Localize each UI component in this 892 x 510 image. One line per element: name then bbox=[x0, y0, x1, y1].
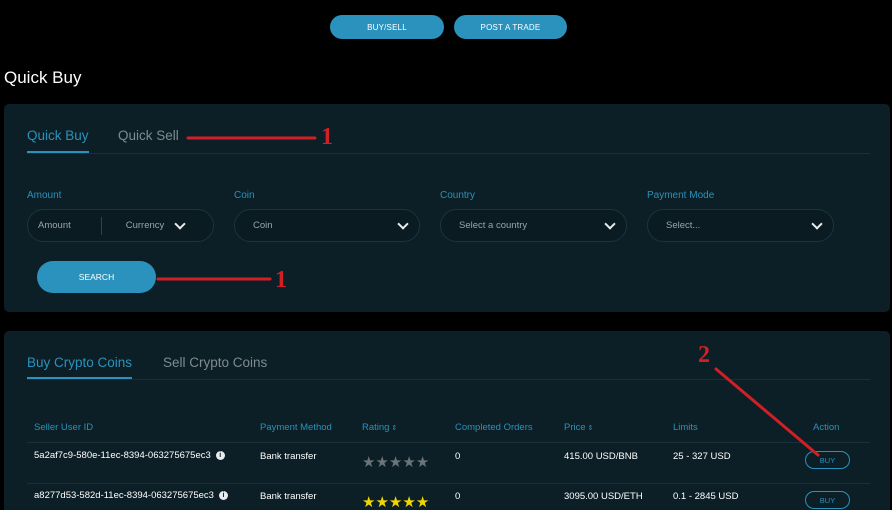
seller-user-id: a8277d53-582d-11ec-8394-063275675ec3 i bbox=[34, 490, 228, 501]
star-icon: ★ bbox=[362, 454, 376, 471]
payment-method: Bank transfer bbox=[260, 491, 317, 502]
annotation-number-1: 1 bbox=[275, 267, 287, 293]
tab-quick-sell[interactable]: Quick Sell bbox=[118, 128, 179, 151]
quick-trade-panel: Quick Buy Quick Sell Amount Amount Curre… bbox=[4, 104, 890, 312]
header-price-label: Price bbox=[564, 422, 586, 433]
country-label: Country bbox=[440, 190, 476, 201]
star-icon: ★ bbox=[402, 454, 416, 471]
header-rating-label: Rating bbox=[362, 422, 390, 433]
sort-icon: ⇕ bbox=[587, 425, 594, 432]
tab-sell-crypto-coins[interactable]: Sell Crypto Coins bbox=[163, 355, 267, 378]
sort-icon: ⇕ bbox=[391, 425, 398, 432]
star-icon: ★ bbox=[402, 494, 416, 510]
coin-select[interactable]: Coin bbox=[234, 209, 420, 242]
price: 3095.00 USD/ETH bbox=[564, 491, 643, 502]
tab-buy-crypto-coins[interactable]: Buy Crypto Coins bbox=[27, 355, 133, 379]
completed-orders: 0 bbox=[455, 451, 461, 462]
chevron-down-icon bbox=[811, 217, 823, 230]
row-divider bbox=[27, 442, 870, 443]
header-payment-method: Payment Method bbox=[260, 422, 332, 433]
star-icon: ★ bbox=[388, 454, 403, 471]
annotation-number-1: 1 bbox=[321, 124, 333, 150]
rating-stars: ★★★★★ bbox=[362, 453, 429, 471]
offers-tabs: Buy Crypto Coins Sell Crypto Coins bbox=[27, 355, 870, 380]
tab-quick-buy[interactable]: Quick Buy bbox=[27, 128, 89, 153]
info-icon[interactable]: i bbox=[218, 490, 228, 500]
star-icon: ★ bbox=[375, 454, 389, 471]
search-button[interactable]: SEARCH bbox=[37, 261, 156, 293]
buy-button[interactable]: BUY bbox=[805, 491, 850, 509]
header-price[interactable]: Price ⇕ bbox=[564, 422, 594, 433]
country-select[interactable]: Select a country bbox=[440, 209, 627, 242]
currency-select[interactable]: Currency bbox=[126, 220, 165, 231]
payment-mode-select-value: Select... bbox=[666, 220, 701, 231]
header-seller-user-id: Seller User ID bbox=[34, 422, 94, 433]
star-icon: ★ bbox=[375, 494, 389, 510]
chevron-down-icon bbox=[604, 217, 616, 230]
header-action: Action bbox=[813, 422, 840, 433]
chevron-down-icon bbox=[174, 217, 186, 230]
country-select-value: Select a country bbox=[459, 220, 528, 231]
limits: 0.1 - 2845 USD bbox=[673, 491, 739, 502]
price: 415.00 USD/BNB bbox=[564, 451, 638, 462]
payment-mode-select[interactable]: Select... bbox=[647, 209, 834, 242]
header-rating[interactable]: Rating ⇕ bbox=[362, 422, 397, 433]
star-icon: ★ bbox=[415, 494, 430, 510]
annotation-number-2: 2 bbox=[698, 342, 710, 368]
seller-id-text: 5a2af7c9-580e-11ec-8394-063275675ec3 bbox=[34, 450, 211, 461]
quick-trade-tabs: Quick Buy Quick Sell bbox=[27, 128, 870, 154]
limits: 25 - 327 USD bbox=[673, 451, 731, 462]
row-divider bbox=[27, 483, 870, 484]
chevron-down-icon bbox=[397, 217, 409, 230]
page-title: Quick Buy bbox=[4, 68, 82, 87]
star-icon: ★ bbox=[362, 494, 376, 510]
info-icon[interactable]: i bbox=[215, 450, 225, 460]
star-icon: ★ bbox=[415, 454, 430, 471]
star-icon: ★ bbox=[388, 494, 403, 510]
offers-panel: Buy Crypto Coins Sell Crypto Coins Selle… bbox=[4, 331, 890, 510]
amount-label: Amount bbox=[27, 190, 62, 201]
buy-sell-button[interactable]: BUY/SELL bbox=[330, 15, 444, 39]
coin-label: Coin bbox=[234, 190, 255, 201]
header-limits: Limits bbox=[673, 422, 698, 433]
amount-input[interactable]: Amount bbox=[38, 220, 71, 231]
amount-field[interactable]: Amount Currency bbox=[27, 209, 214, 242]
completed-orders: 0 bbox=[455, 491, 461, 502]
rating-stars: ★★★★★ bbox=[362, 493, 429, 510]
field-divider bbox=[100, 216, 102, 235]
coin-select-value: Coin bbox=[253, 220, 273, 231]
post-a-trade-button[interactable]: POST A TRADE bbox=[454, 15, 567, 39]
buy-button[interactable]: BUY bbox=[805, 451, 850, 469]
payment-mode-label: Payment Mode bbox=[647, 190, 715, 201]
seller-user-id: 5a2af7c9-580e-11ec-8394-063275675ec3 i bbox=[34, 450, 225, 461]
seller-id-text: a8277d53-582d-11ec-8394-063275675ec3 bbox=[34, 490, 214, 501]
header-completed-orders: Completed Orders bbox=[455, 422, 533, 433]
payment-method: Bank transfer bbox=[260, 451, 317, 462]
